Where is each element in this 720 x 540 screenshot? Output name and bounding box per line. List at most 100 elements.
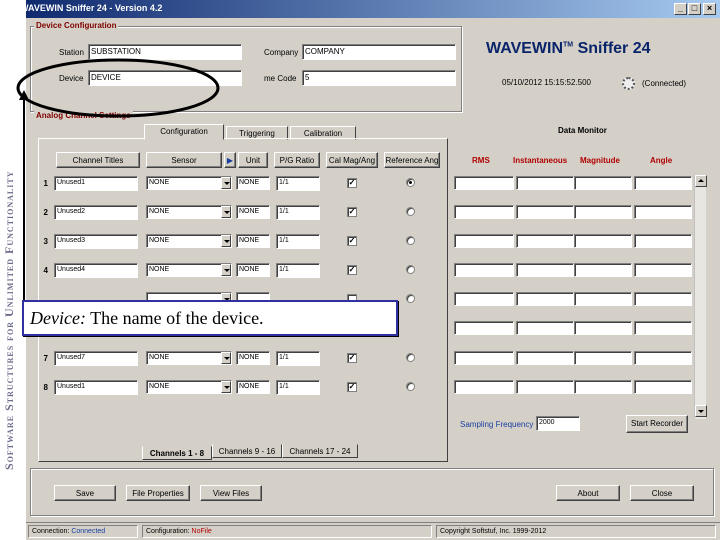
header-unit[interactable]: Unit	[238, 152, 268, 168]
chevron-down-icon[interactable]	[221, 264, 231, 276]
channel-title-input[interactable]: Unused2	[54, 205, 138, 220]
cal-checkbox[interactable]: ✓	[347, 382, 357, 392]
reference-radio[interactable]	[406, 265, 415, 274]
angle-field	[634, 380, 692, 394]
magnitude-field	[574, 176, 632, 190]
cal-checkbox[interactable]: ✓	[347, 236, 357, 246]
cal-checkbox[interactable]: ✓	[347, 265, 357, 275]
company-field[interactable]: COMPANY	[302, 44, 456, 60]
pg-ratio-input[interactable]: 1/1	[276, 234, 320, 249]
connection-value: Connected	[71, 528, 106, 535]
station-label: Station	[59, 48, 84, 57]
reference-radio[interactable]	[406, 382, 415, 391]
sensor-select[interactable]: NONE	[146, 205, 232, 219]
monitor-header-rms: RMS	[472, 156, 490, 165]
sensor-select[interactable]: NONE	[146, 351, 232, 365]
connection-status-icon	[622, 77, 635, 90]
unit-select[interactable]: NONE	[236, 263, 270, 277]
unit-value: NONE	[239, 383, 260, 390]
reference-radio[interactable]	[406, 236, 415, 245]
reference-radio[interactable]	[406, 353, 415, 362]
connection-status: Connection: Connected	[28, 525, 138, 538]
rms-field	[454, 205, 514, 219]
rms-field	[454, 292, 514, 306]
side-banner-text: Software Structures for Unlimited Functi…	[2, 170, 16, 470]
instantaneous-field	[516, 292, 574, 306]
header-channel-titles[interactable]: Channel Titles	[56, 152, 140, 168]
unit-select[interactable]: NONE	[236, 205, 270, 219]
station-field[interactable]: SUBSTATION	[88, 44, 242, 60]
pg-ratio-input[interactable]: 1/1	[276, 380, 320, 395]
minimize-button[interactable]: _	[674, 3, 687, 15]
header-ref-ang[interactable]: Reference Ang	[384, 152, 440, 168]
header-cal-mag[interactable]: Cal Mag/Ang	[326, 152, 378, 168]
unit-select[interactable]: NONE	[236, 380, 270, 394]
pg-ratio-input[interactable]: 1/1	[276, 263, 320, 278]
row-number: 2	[43, 208, 48, 217]
start-recorder-button[interactable]: Start Recorder	[626, 415, 688, 433]
file-properties-button[interactable]: File Properties	[126, 485, 190, 501]
reference-radio[interactable]	[406, 294, 415, 303]
tab-configuration[interactable]: Configuration	[144, 124, 224, 140]
tab-channels-17-24[interactable]: Channels 17 - 24	[282, 444, 358, 458]
angle-field	[634, 205, 692, 219]
tab-channels-1-8[interactable]: Channels 1 - 8	[142, 446, 212, 460]
header-pg-ratio[interactable]: P/G Ratio	[274, 152, 320, 168]
sampling-frequency-field[interactable]: 2000	[536, 416, 580, 431]
tab-channels-9-16[interactable]: Channels 9 - 16	[212, 444, 282, 458]
unit-select[interactable]: NONE	[236, 176, 270, 190]
channel-title-input[interactable]: Unused7	[54, 351, 138, 366]
callout-text: The name of the device.	[90, 308, 264, 328]
unit-select[interactable]: NONE	[236, 234, 270, 248]
unit-select[interactable]: NONE	[236, 351, 270, 365]
chevron-down-icon[interactable]	[221, 381, 231, 393]
magnitude-field	[574, 380, 632, 394]
sampling-frequency-label: Sampling Frequency	[460, 420, 534, 429]
pg-ratio-input[interactable]: 1/1	[276, 351, 320, 366]
sensor-select[interactable]: NONE	[146, 234, 232, 248]
channel-title-input[interactable]: Unused4	[54, 263, 138, 278]
chevron-down-icon[interactable]	[221, 235, 231, 247]
title-bar: WAVEWIN Sniffer 24 - Version 4.2 _ □ ×	[0, 0, 720, 18]
angle-field	[634, 292, 692, 306]
timecode-field[interactable]: 5	[302, 70, 456, 86]
channel-title-input[interactable]: Unused1	[54, 176, 138, 191]
company-label: Company	[264, 48, 299, 57]
maximize-button[interactable]: □	[688, 3, 701, 15]
cal-checkbox[interactable]: ✓	[347, 207, 357, 217]
close-window-button[interactable]: ×	[703, 3, 716, 15]
sensor-arrow-icon[interactable]: ▶	[224, 152, 236, 168]
pg-ratio-input[interactable]: 1/1	[276, 205, 320, 220]
brand-title: WAVEWINTM Sniffer 24	[486, 40, 651, 58]
channel-title-input[interactable]: Unused3	[54, 234, 138, 249]
device-field[interactable]: DEVICE	[88, 70, 242, 86]
save-button[interactable]: Save	[54, 485, 116, 501]
sensor-value: NONE	[149, 179, 170, 186]
chevron-down-icon[interactable]	[221, 206, 231, 218]
channel-title-input[interactable]: Unused1	[54, 380, 138, 395]
reference-radio[interactable]	[406, 178, 415, 187]
row-number: 7	[43, 354, 48, 363]
view-files-button[interactable]: View Files	[200, 485, 262, 501]
reference-radio[interactable]	[406, 207, 415, 216]
unit-value: NONE	[239, 208, 260, 215]
sensor-select[interactable]: NONE	[146, 380, 232, 394]
cal-checkbox[interactable]: ✓	[347, 353, 357, 363]
sensor-select[interactable]: NONE	[146, 263, 232, 277]
rms-field	[454, 263, 514, 277]
monitor-scrollbar[interactable]	[694, 175, 707, 419]
sensor-value: NONE	[149, 383, 170, 390]
scroll-down-icon[interactable]	[695, 405, 707, 417]
header-sensor[interactable]: Sensor	[146, 152, 222, 168]
cal-checkbox[interactable]: ✓	[347, 178, 357, 188]
magnitude-field	[574, 351, 632, 365]
chevron-down-icon[interactable]	[221, 352, 231, 364]
status-bar: Connection: Connected Configuration: NoF…	[26, 522, 720, 540]
config-value: NoFile	[191, 528, 212, 535]
chevron-down-icon[interactable]	[221, 177, 231, 189]
about-button[interactable]: About	[556, 485, 620, 501]
close-button[interactable]: Close	[630, 485, 694, 501]
scroll-up-icon[interactable]	[695, 175, 707, 187]
pg-ratio-input[interactable]: 1/1	[276, 176, 320, 191]
sensor-select[interactable]: NONE	[146, 176, 232, 190]
